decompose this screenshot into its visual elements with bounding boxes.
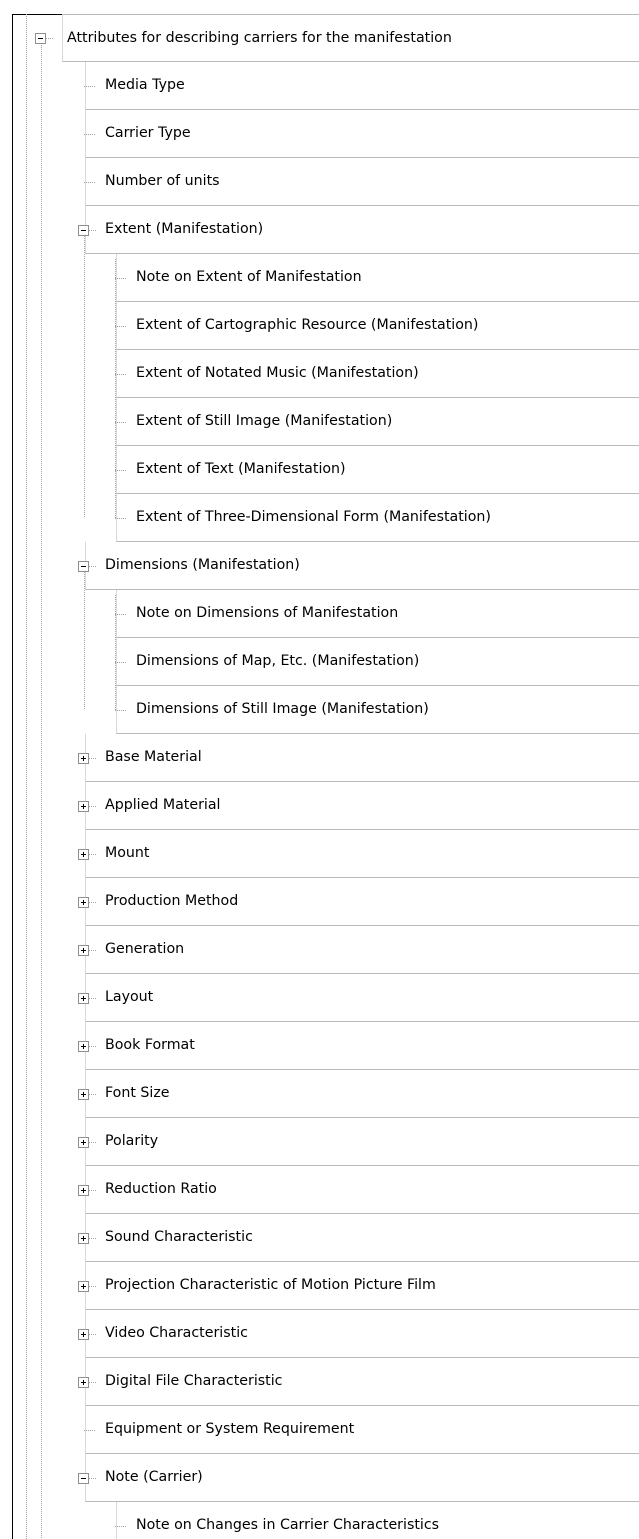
tree-item-note-carrier[interactable]: Note (Carrier)	[85, 1454, 639, 1502]
collapse-icon[interactable]	[35, 33, 46, 44]
tree-item-label: Note on Changes in Carrier Characteristi…	[136, 1517, 440, 1533]
tree-item-label: Generation	[105, 941, 185, 957]
tree-item-equipment[interactable]: Equipment or System Requirement	[85, 1406, 639, 1454]
expand-icon[interactable]	[78, 801, 89, 812]
tree-item-dimensions-child[interactable]: Dimensions of Map, Etc. (Manifestation)	[116, 638, 639, 686]
tree-item-collapsed[interactable]: Digital File Characteristic	[85, 1358, 639, 1406]
tree-item-extent-child[interactable]: Extent of Cartographic Resource (Manifes…	[116, 302, 639, 350]
tree-item-collapsed[interactable]: Projection Characteristic of Motion Pict…	[85, 1262, 639, 1310]
tree-item-extent-child[interactable]: Extent of Notated Music (Manifestation)	[116, 350, 639, 398]
expand-icon[interactable]	[78, 1137, 89, 1148]
tree-item-label: Attributes for describing carriers for t…	[67, 30, 452, 46]
collapse-icon[interactable]	[78, 225, 89, 236]
tree-item-extent-child[interactable]: Extent of Still Image (Manifestation)	[116, 398, 639, 446]
tree-item-label: Sound Characteristic	[105, 1229, 253, 1245]
tree-view: Attributes for describing carriers for t…	[0, 0, 639, 1539]
tree-item-collapsed[interactable]: Generation	[85, 926, 639, 974]
tree-item-label: Note on Extent of Manifestation	[136, 269, 362, 285]
tree-item-label: Dimensions of Still Image (Manifestation…	[136, 701, 429, 717]
collapse-icon[interactable]	[78, 1473, 89, 1484]
tree-item-collapsed[interactable]: Book Format	[85, 1022, 639, 1070]
tree-item-root[interactable]: Attributes for describing carriers for t…	[62, 14, 639, 62]
tree-item-label: Media Type	[105, 77, 185, 93]
tree-item-collapsed[interactable]: Base Material	[85, 734, 639, 782]
tree-item-collapsed[interactable]: Font Size	[85, 1070, 639, 1118]
tree-item-label: Equipment or System Requirement	[105, 1421, 355, 1437]
expand-icon[interactable]	[78, 1329, 89, 1340]
expand-icon[interactable]	[78, 897, 89, 908]
tree-item-label: Extent (Manifestation)	[105, 221, 264, 237]
tree-item-label: Note (Carrier)	[105, 1469, 203, 1485]
tree-item-extent-child[interactable]: Note on Extent of Manifestation	[116, 254, 639, 302]
tree-item-collapsed[interactable]: Layout	[85, 974, 639, 1022]
tree-item-label: Polarity	[105, 1133, 159, 1149]
tree-item-note-carrier-child[interactable]: Note on Changes in Carrier Characteristi…	[116, 1502, 639, 1539]
tree-item-carrier-type[interactable]: Carrier Type	[85, 110, 639, 158]
tree-item-collapsed[interactable]: Applied Material	[85, 782, 639, 830]
tree-item-collapsed[interactable]: Reduction Ratio	[85, 1166, 639, 1214]
tree-item-label: Note on Dimensions of Manifestation	[136, 605, 399, 621]
tree-item-label: Applied Material	[105, 797, 221, 813]
tree-item-label: Reduction Ratio	[105, 1181, 217, 1197]
expand-icon[interactable]	[78, 1185, 89, 1196]
tree-item-collapsed[interactable]: Polarity	[85, 1118, 639, 1166]
tree-item-label: Digital File Characteristic	[105, 1373, 283, 1389]
tree-item-collapsed[interactable]: Production Method	[85, 878, 639, 926]
tree-item-label: Number of units	[105, 173, 220, 189]
tree-item-dimensions[interactable]: Dimensions (Manifestation)	[85, 542, 639, 590]
tree-item-label: Video Characteristic	[105, 1325, 248, 1341]
tree-item-extent-child[interactable]: Extent of Three-Dimensional Form (Manife…	[116, 494, 639, 542]
expand-icon[interactable]	[78, 753, 89, 764]
tree-item-label: Book Format	[105, 1037, 195, 1053]
expand-icon[interactable]	[78, 1281, 89, 1292]
tree-item-label: Extent of Still Image (Manifestation)	[136, 413, 393, 429]
expand-icon[interactable]	[78, 849, 89, 860]
tree-item-label: Extent of Three-Dimensional Form (Manife…	[136, 509, 491, 525]
tree-item-collapsed[interactable]: Video Characteristic	[85, 1310, 639, 1358]
expand-icon[interactable]	[78, 945, 89, 956]
collapse-icon[interactable]	[78, 561, 89, 572]
tree-item-label: Mount	[105, 845, 150, 861]
expand-icon[interactable]	[78, 1377, 89, 1388]
tree-item-label: Production Method	[105, 893, 239, 909]
tree-item-label: Extent of Text (Manifestation)	[136, 461, 346, 477]
tree-item-number-of-units[interactable]: Number of units	[85, 158, 639, 206]
tree-item-label: Extent of Notated Music (Manifestation)	[136, 365, 419, 381]
tree-item-dimensions-child[interactable]: Dimensions of Still Image (Manifestation…	[116, 686, 639, 734]
expand-icon[interactable]	[78, 993, 89, 1004]
tree-item-label: Projection Characteristic of Motion Pict…	[105, 1277, 436, 1293]
tree-item-media-type[interactable]: Media Type	[85, 62, 639, 110]
tree-item-extent[interactable]: Extent (Manifestation)	[85, 206, 639, 254]
expand-icon[interactable]	[78, 1089, 89, 1100]
tree-item-label: Extent of Cartographic Resource (Manifes…	[136, 317, 479, 333]
expand-icon[interactable]	[78, 1041, 89, 1052]
tree-item-collapsed[interactable]: Mount	[85, 830, 639, 878]
expand-icon[interactable]	[78, 1233, 89, 1244]
tree-item-collapsed[interactable]: Sound Characteristic	[85, 1214, 639, 1262]
tree-item-dimensions-child[interactable]: Note on Dimensions of Manifestation	[116, 590, 639, 638]
tree-item-label: Carrier Type	[105, 125, 191, 141]
tree-item-extent-child[interactable]: Extent of Text (Manifestation)	[116, 446, 639, 494]
tree-item-label: Base Material	[105, 749, 202, 765]
tree-item-label: Font Size	[105, 1085, 170, 1101]
tree-item-label: Layout	[105, 989, 154, 1005]
tree-item-label: Dimensions of Map, Etc. (Manifestation)	[136, 653, 420, 669]
tree-item-label: Dimensions (Manifestation)	[105, 557, 300, 573]
